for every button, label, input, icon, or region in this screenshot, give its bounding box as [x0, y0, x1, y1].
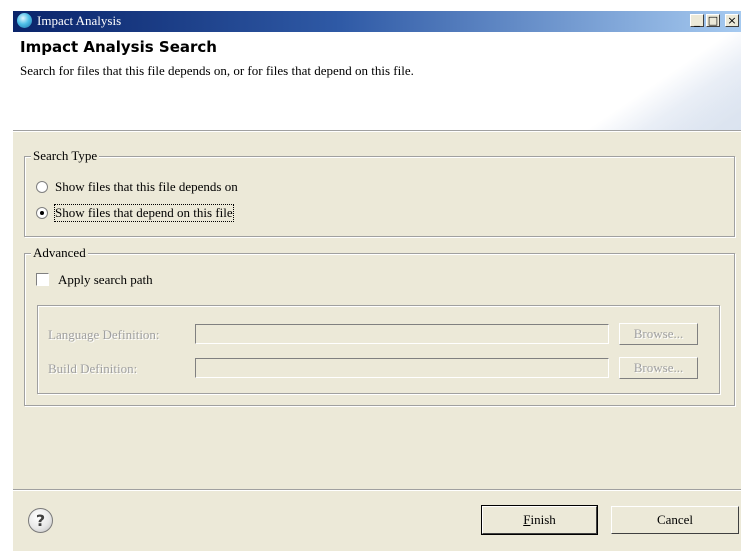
radio-button[interactable]	[36, 181, 48, 193]
checkbox[interactable]	[36, 273, 49, 286]
page-title: Impact Analysis Search	[20, 38, 217, 56]
header-divider	[13, 130, 741, 132]
close-button[interactable]: ×	[725, 14, 739, 27]
impact-analysis-dialog: Impact Analysis _ □ × Impact Analysis Se…	[13, 11, 741, 551]
finish-label: inish	[530, 512, 556, 527]
radio-label: Show files that this file depends on	[55, 179, 238, 194]
build-definition-field[interactable]	[195, 358, 609, 378]
page-description: Search for files that this file depends …	[20, 63, 414, 78]
cancel-button[interactable]: Cancel	[611, 506, 739, 534]
title-bar[interactable]: Impact Analysis _ □ ×	[13, 11, 741, 32]
advanced-group: Advanced Apply search path Language Defi…	[24, 245, 735, 406]
finish-button[interactable]: Finish	[482, 506, 597, 534]
window-title: Impact Analysis	[37, 13, 122, 28]
advanced-legend: Advanced	[31, 245, 88, 261]
radio-button-selected[interactable]	[36, 207, 48, 219]
build-definition-label: Build Definition:	[48, 361, 138, 376]
help-icon[interactable]: ?	[28, 508, 53, 533]
search-path-box: Language Definition: Browse... Build Def…	[37, 305, 720, 394]
header-banner: Impact Analysis Search Search for files …	[13, 32, 741, 130]
build-browse-button[interactable]: Browse...	[619, 357, 698, 379]
minimize-button[interactable]: _	[690, 14, 704, 27]
app-icon	[17, 13, 32, 28]
language-definition-label: Language Definition:	[48, 327, 160, 342]
radio-label: Show files that depend on this file	[54, 204, 234, 222]
maximize-button[interactable]: □	[706, 14, 720, 27]
search-type-legend: Search Type	[31, 148, 100, 164]
footer-divider	[13, 489, 741, 491]
search-type-group: Search Type Show files that this file de…	[24, 148, 735, 237]
language-definition-field[interactable]	[195, 324, 609, 344]
checkbox-label: Apply search path	[58, 272, 153, 287]
language-browse-button[interactable]: Browse...	[619, 323, 698, 345]
